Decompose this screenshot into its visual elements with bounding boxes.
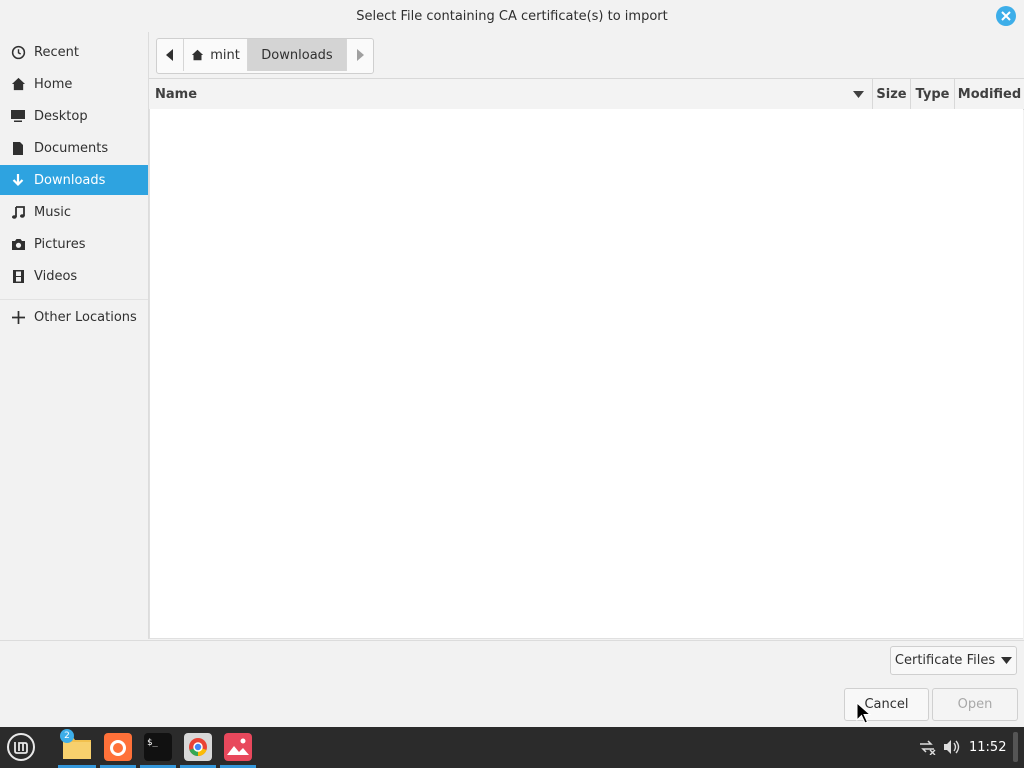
close-icon: [1001, 11, 1011, 21]
sidebar-item-other-locations[interactable]: Other Locations: [0, 302, 148, 332]
document-icon: [9, 139, 27, 157]
file-list[interactable]: [149, 109, 1023, 639]
sidebar-item-label: Pictures: [34, 236, 86, 252]
firefox-icon: [104, 733, 132, 761]
chevron-left-icon: [166, 49, 173, 61]
sidebar-item-label: Home: [34, 76, 73, 92]
terminal-icon: $_: [144, 733, 172, 761]
sidebar-item-label: Music: [34, 204, 71, 220]
download-icon: [9, 171, 27, 189]
column-name-label: Name: [155, 86, 198, 102]
mint-logo-icon: [7, 733, 35, 761]
column-type[interactable]: Type: [910, 79, 954, 109]
sidebar-item-label: Documents: [34, 140, 109, 156]
home-icon: [9, 75, 27, 93]
volume-icon[interactable]: [942, 737, 962, 757]
sidebar-item-label: Videos: [34, 268, 78, 284]
sidebar-item-music[interactable]: Music: [0, 197, 148, 227]
network-disconnected-icon[interactable]: [917, 737, 937, 757]
taskbar-terminal[interactable]: $_: [143, 732, 173, 762]
music-icon: [9, 203, 27, 221]
show-desktop-button[interactable]: [1013, 732, 1018, 762]
clock[interactable]: 11:52: [969, 734, 1006, 760]
desktop-icon: [9, 107, 27, 125]
film-icon: [9, 267, 27, 285]
path-segment-downloads[interactable]: Downloads: [248, 39, 347, 71]
sidebar-item-home[interactable]: Home: [0, 69, 148, 99]
home-icon: [192, 49, 204, 61]
mouse-cursor-icon: [856, 701, 872, 728]
path-segment-label: mint: [210, 47, 240, 63]
sidebar-item-recent[interactable]: Recent: [0, 37, 148, 67]
path-segment-label: Downloads: [261, 47, 333, 63]
menu-button[interactable]: [6, 732, 36, 762]
file-list-header: Name Size Type Modified: [149, 78, 1024, 110]
sidebar-item-label: Other Locations: [34, 309, 137, 325]
taskbar-firefox[interactable]: [103, 732, 133, 762]
path-forward-button[interactable]: [347, 39, 373, 71]
chevron-down-icon: [1001, 657, 1013, 664]
column-modified[interactable]: Modified: [954, 79, 1024, 109]
sidebar-item-desktop[interactable]: Desktop: [0, 101, 148, 131]
file-filter-dropdown[interactable]: Certificate Files: [890, 646, 1017, 675]
path-back-button[interactable]: [157, 39, 184, 71]
sidebar-item-label: Desktop: [34, 108, 88, 124]
file-filter-label: Certificate Files: [894, 653, 996, 668]
window-count-badge: 2: [60, 729, 74, 743]
sidebar-separator: [0, 299, 148, 300]
window-title: Select File containing CA certificate(s)…: [356, 8, 668, 24]
path-bar: mint Downloads: [156, 38, 374, 74]
open-button[interactable]: Open: [932, 688, 1018, 721]
image-viewer-icon: [224, 733, 252, 761]
taskbar-chrome[interactable]: [183, 732, 213, 762]
chrome-icon: [184, 733, 212, 761]
camera-icon: [9, 235, 27, 253]
svg-text:$_: $_: [147, 738, 158, 748]
title-bar: Select File containing CA certificate(s)…: [0, 0, 1024, 32]
column-name[interactable]: Name: [149, 79, 872, 109]
places-sidebar: Recent Home Desktop Documents Downloads …: [0, 32, 149, 639]
taskbar-image-viewer[interactable]: [223, 732, 253, 762]
sidebar-item-label: Recent: [34, 44, 79, 60]
clock-icon: [9, 43, 27, 61]
sidebar-item-documents[interactable]: Documents: [0, 133, 148, 163]
sidebar-item-label: Downloads: [34, 172, 106, 188]
column-size[interactable]: Size: [872, 79, 910, 109]
sidebar-item-pictures[interactable]: Pictures: [0, 229, 148, 259]
taskbar: $_: [0, 727, 1024, 768]
sidebar-item-videos[interactable]: Videos: [0, 261, 148, 291]
plus-icon: [9, 308, 27, 326]
sidebar-item-downloads[interactable]: Downloads: [0, 165, 148, 195]
sort-down-icon: [853, 90, 864, 98]
close-button[interactable]: [996, 6, 1016, 26]
chevron-right-icon: [357, 49, 364, 61]
path-segment-home[interactable]: mint: [184, 39, 248, 71]
